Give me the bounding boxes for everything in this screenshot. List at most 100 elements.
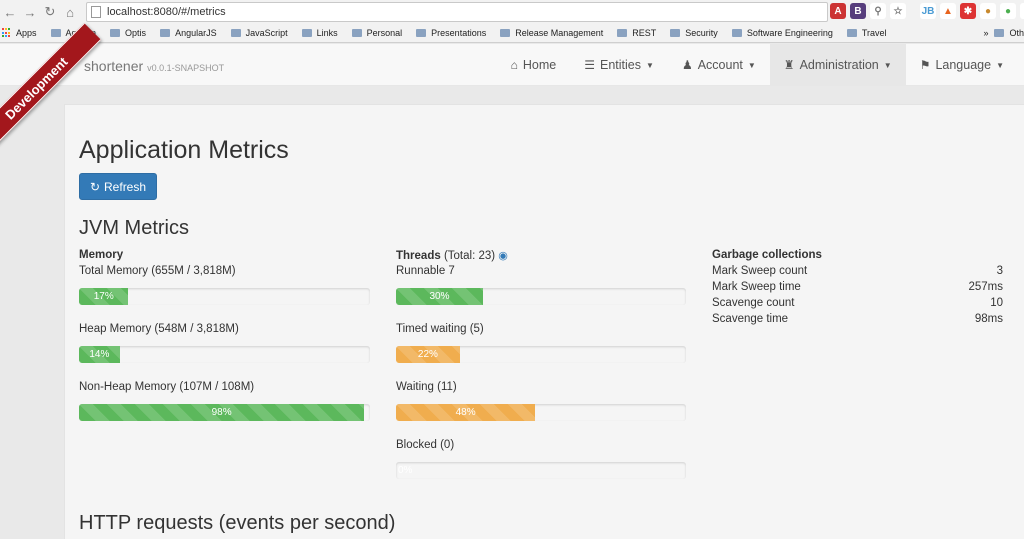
blocked-bar: 0% (396, 462, 686, 479)
blocked-label: Blocked (0) (396, 439, 455, 451)
total-memory-label: Total Memory (655M / 3,818M) (79, 265, 236, 277)
version: v0.0.1-SNAPSHOT (147, 63, 225, 73)
progress-fill: 30% (396, 288, 483, 305)
timed-waiting-label: Timed waiting (5) (396, 323, 484, 335)
progress-fill: 48% (396, 404, 536, 421)
runnable-bar: 30% (396, 288, 686, 305)
total-memory-bar: 17% (79, 288, 370, 305)
folder-icon (50, 29, 61, 37)
brand[interactable]: shortener v0.0.1-SNAPSHOT (84, 58, 224, 74)
folder-icon (110, 29, 121, 37)
heap-memory-label: Heap Memory (548M / 3,818M) (79, 323, 239, 335)
nav-menu: ⌂ Home ☰ Entities ▼ ♟ Account ▼ ♜ Admini… (497, 44, 1024, 86)
folder-icon (731, 29, 742, 37)
progress-fill: 22% (396, 346, 460, 363)
runnable-label: Runnable 7 (396, 265, 455, 277)
progress-fill: 14% (79, 346, 120, 363)
puzzle-icon[interactable]: ✱ (960, 3, 976, 19)
reload-icon[interactable]: ↻ (40, 2, 60, 22)
extension-icons: A B ⚲ ☆ JB ▲ ✱ ● ● ☰ (830, 3, 1024, 19)
gc-heading: Garbage collections (712, 249, 822, 261)
folder-icon (994, 29, 1005, 37)
waiting-label: Waiting (11) (396, 381, 457, 393)
bookmark-folder[interactable]: JavaScript (230, 28, 288, 38)
bookmark-folder[interactable]: Links (301, 28, 338, 38)
flag-icon: ⚑ (919, 58, 931, 72)
bookmark-apps[interactable]: Apps (0, 28, 37, 38)
eye-icon[interactable]: ◉ (498, 250, 508, 262)
page-title: Application Metrics (79, 136, 289, 164)
bookmarks-bar: Apps Aquafin Optis AngularJS JavaScript … (0, 24, 1024, 43)
home-browser-icon[interactable]: ⌂ (60, 2, 80, 22)
non-heap-memory-bar: 98% (79, 404, 370, 421)
menu-icon[interactable]: ☰ (1020, 3, 1024, 19)
search-icon[interactable]: ⚲ (870, 3, 886, 19)
threads-heading: Threads (Total: 23) ◉ (396, 250, 508, 262)
folder-icon (351, 29, 362, 37)
caret-down-icon: ▼ (747, 60, 756, 70)
bookmark-folder[interactable]: Presentations (416, 28, 486, 38)
home-icon: ⌂ (510, 58, 518, 72)
bookmark-folder[interactable]: REST (617, 28, 656, 38)
tower-icon: ♜ (783, 58, 795, 72)
gc-row: Scavenge time 98ms (712, 313, 1003, 325)
angular-icon[interactable]: A (830, 3, 846, 19)
folder-icon (416, 29, 427, 37)
timed-waiting-bar: 22% (396, 346, 686, 363)
gc-row: Mark Sweep count 3 (712, 265, 1003, 277)
bookmark-folder[interactable]: Personal (351, 28, 402, 38)
caret-down-icon: ▼ (996, 60, 1004, 70)
jvm-metrics-heading: JVM Metrics (79, 217, 189, 239)
jb-icon[interactable]: JB (920, 3, 936, 19)
app-navbar: shortener v0.0.1-SNAPSHOT ⌂ Home ☰ Entiti… (0, 44, 1024, 86)
chat-icon[interactable]: ● (1000, 3, 1016, 19)
folder-icon (301, 29, 312, 37)
threads-total: (Total: 23) (443, 250, 496, 262)
memory-heading: Memory (79, 249, 124, 261)
bookmark-folder[interactable]: AngularJS (160, 28, 217, 38)
bookmarks-overflow[interactable]: » (983, 28, 988, 38)
bookmark-folder[interactable]: Travel (846, 28, 887, 38)
progress-label: 0% (398, 465, 413, 476)
waiting-bar: 48% (396, 404, 686, 421)
bootstrap-icon[interactable]: B (850, 3, 866, 19)
page-icon (91, 6, 101, 18)
nav-administration[interactable]: ♜ Administration ▼ (769, 44, 906, 86)
user-icon: ♟ (681, 58, 693, 72)
nav-language[interactable]: ⚑ Language ▼ (906, 44, 1024, 86)
folder-icon (617, 29, 628, 37)
apps-icon (2, 28, 12, 38)
url-text: localhost:8080/#/metrics (107, 6, 226, 18)
bookmark-folder[interactable]: Release Management (500, 28, 603, 38)
nav-entities[interactable]: ☰ Entities ▼ (570, 44, 668, 86)
bookmark-folder[interactable]: Optis (110, 28, 146, 38)
fire-icon[interactable]: ▲ (940, 3, 956, 19)
folder-icon (846, 29, 857, 37)
non-heap-memory-label: Non-Heap Memory (107M / 108M) (79, 381, 255, 393)
nav-account[interactable]: ♟ Account ▼ (668, 44, 770, 86)
folder-icon (160, 29, 171, 37)
progress-fill: 98% (79, 404, 365, 421)
address-bar[interactable]: localhost:8080/#/metrics (86, 2, 828, 22)
bookmark-other[interactable]: Oth (994, 28, 1024, 38)
cookie-icon[interactable]: ● (980, 3, 996, 19)
bookmark-folder[interactable]: Software Engineering (731, 28, 833, 38)
refresh-icon: ↻ (89, 179, 101, 194)
folder-icon (670, 29, 681, 37)
http-requests-heading: HTTP requests (events per second) (79, 512, 396, 534)
nav-home[interactable]: ⌂ Home (497, 44, 571, 86)
refresh-button[interactable]: ↻ Refresh (79, 173, 157, 200)
list-icon: ☰ (584, 58, 596, 72)
back-icon[interactable]: ← (0, 2, 20, 22)
caret-down-icon: ▼ (883, 60, 892, 70)
heap-memory-bar: 14% (79, 346, 370, 363)
gc-row: Mark Sweep time 257ms (712, 281, 1003, 293)
forward-icon[interactable]: → (20, 2, 40, 22)
caret-down-icon: ▼ (646, 60, 654, 70)
bookmark-folder[interactable]: Security (670, 28, 718, 38)
folder-icon (230, 29, 241, 37)
folder-icon (500, 29, 511, 37)
progress-fill: 17% (79, 288, 129, 305)
star-icon[interactable]: ☆ (890, 3, 906, 19)
gc-row: Scavenge count 10 (712, 297, 1003, 309)
